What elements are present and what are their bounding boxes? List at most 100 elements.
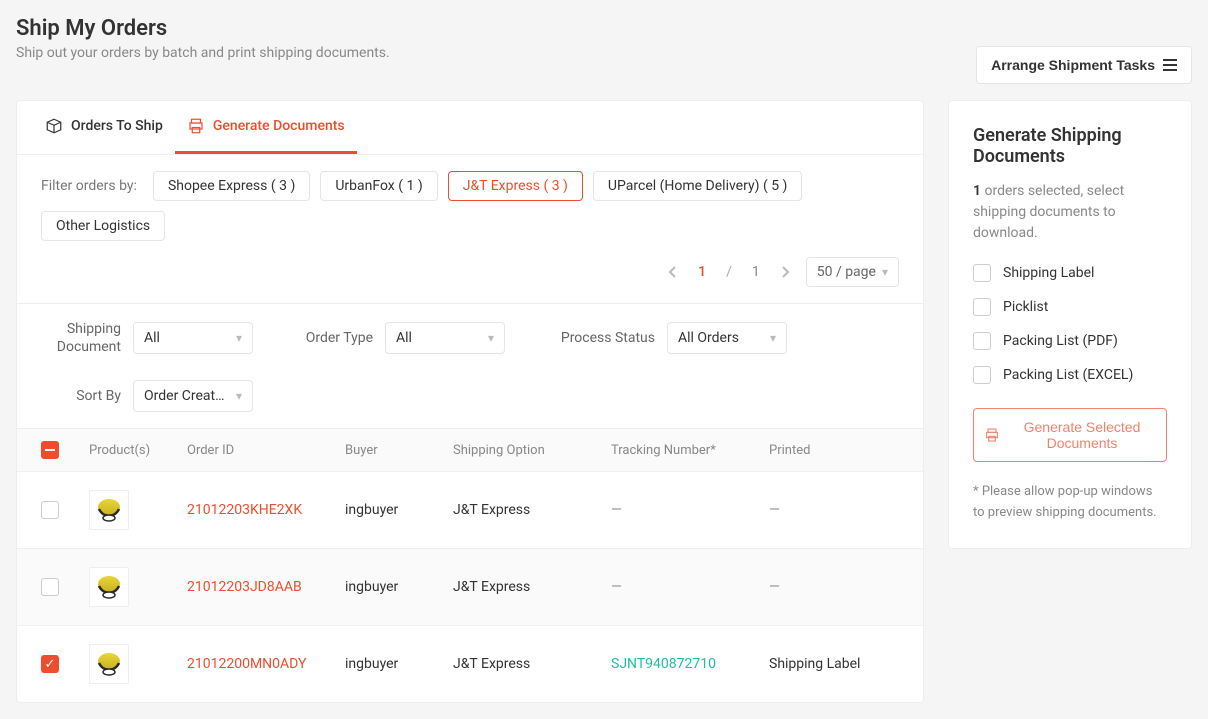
printer-icon: [187, 117, 205, 135]
tracking-number-cell: —: [611, 579, 761, 595]
doc-checkbox[interactable]: [973, 366, 991, 384]
controls: Shipping Document All ▾ Order Type All ▾…: [17, 303, 923, 428]
per-page-select[interactable]: 50 / page ▾: [806, 257, 899, 287]
filter-chip[interactable]: UrbanFox ( 1 ): [320, 171, 437, 201]
shipping-document-select[interactable]: All ▾: [133, 322, 253, 354]
filter-chip-count: ( 1 ): [395, 178, 423, 194]
filter-chip[interactable]: UParcel (Home Delivery) ( 5 ): [593, 171, 803, 201]
orders-table: Product(s) Order ID Buyer Shipping Optio…: [17, 428, 923, 702]
filter-chip[interactable]: Shopee Express ( 3 ): [153, 171, 310, 201]
selected-text: orders selected, select shipping documen…: [973, 183, 1124, 241]
sort-by-value: Order Creat…: [144, 388, 225, 404]
sort-by-label: Sort By: [41, 388, 121, 404]
page-total: 1: [752, 264, 760, 280]
per-page-value: 50 / page: [817, 264, 876, 280]
filter-chip[interactable]: J&T Express ( 3 ): [448, 171, 583, 201]
filter-chip-label: UrbanFox: [335, 178, 394, 194]
row-checkbox[interactable]: [41, 655, 59, 673]
menu-icon: [1163, 59, 1177, 71]
tracking-number-cell[interactable]: SJNT940872710: [611, 656, 761, 672]
chevron-down-icon: ▾: [236, 389, 242, 403]
doc-checkbox[interactable]: [973, 332, 991, 350]
printer-icon: [984, 427, 1000, 443]
filter-row: Filter orders by: Shopee Express ( 3 ) Ur…: [17, 155, 923, 249]
filter-chip-label: Shopee Express: [168, 178, 267, 194]
page-separator: /: [726, 264, 732, 280]
doc-option[interactable]: Picklist: [973, 298, 1167, 316]
doc-option[interactable]: Shipping Label: [973, 264, 1167, 282]
filter-chip-count: ( 5 ): [759, 178, 787, 194]
table-header: Product(s) Order ID Buyer Shipping Optio…: [17, 428, 923, 471]
filter-chip[interactable]: Other Logistics: [41, 211, 165, 241]
chevron-down-icon: ▾: [770, 331, 776, 345]
tab-generate-documents[interactable]: Generate Documents: [175, 101, 357, 154]
buyer-cell: ingbuyer: [345, 579, 445, 595]
sort-by-select[interactable]: Order Creat… ▾: [133, 380, 253, 412]
table-row: 21012203JD8AABingbuyerJ&T Express——: [17, 548, 923, 625]
arrange-shipment-tasks-button[interactable]: Arrange Shipment Tasks: [976, 46, 1192, 84]
filter-chip-count: ( 3 ): [540, 178, 568, 194]
doc-option-label: Shipping Label: [1003, 265, 1094, 281]
tabs: Orders To Ship Generate Documents: [17, 101, 923, 155]
doc-option[interactable]: Packing List (PDF): [973, 332, 1167, 350]
col-printed: Printed: [769, 443, 899, 458]
doc-option-label: Packing List (PDF): [1003, 333, 1118, 349]
product-thumbnail[interactable]: [89, 490, 129, 530]
doc-checkbox[interactable]: [973, 298, 991, 316]
doc-option-label: Picklist: [1003, 299, 1048, 315]
product-thumbnail[interactable]: [89, 644, 129, 684]
order-type-value: All: [396, 330, 412, 346]
product-thumbnail[interactable]: [89, 567, 129, 607]
filter-chip-count: ( 3 ): [267, 178, 295, 194]
buyer-cell: ingbuyer: [345, 656, 445, 672]
pagination: 1 / 1 50 / page ▾: [17, 249, 923, 303]
main-panel: Orders To Ship Generate Documents Filter…: [16, 100, 924, 703]
generate-button-label: Generate Selected Documents: [1008, 419, 1156, 451]
printed-cell: —: [769, 502, 899, 518]
process-status-label: Process Status: [545, 330, 655, 346]
side-panel: Generate Shipping Documents 1 orders sel…: [948, 100, 1192, 549]
select-all-checkbox[interactable]: [41, 441, 59, 459]
shipping-option-cell: J&T Express: [453, 502, 603, 518]
printed-cell: Shipping Label: [769, 656, 899, 672]
tab-orders-to-ship-label: Orders To Ship: [71, 118, 163, 134]
side-title: Generate Shipping Documents: [973, 125, 1167, 167]
shipping-option-cell: J&T Express: [453, 656, 603, 672]
side-note: * Please allow pop-up windows to preview…: [973, 482, 1167, 524]
filter-chip-label: UParcel (Home Delivery): [608, 178, 760, 194]
shipping-document-value: All: [144, 330, 160, 346]
side-subtitle: 1 orders selected, select shipping docum…: [973, 181, 1167, 244]
order-type-label: Order Type: [293, 330, 373, 346]
tab-generate-documents-label: Generate Documents: [213, 118, 345, 134]
col-tracking-number: Tracking Number*: [611, 443, 761, 458]
order-id-link[interactable]: 21012203JD8AAB: [187, 579, 337, 595]
doc-option-label: Packing List (EXCEL): [1003, 367, 1133, 383]
order-type-select[interactable]: All ▾: [385, 322, 505, 354]
filter-label: Filter orders by:: [41, 178, 137, 194]
order-id-link[interactable]: 21012200MN0ADY: [187, 656, 337, 672]
filter-chip-label: Other Logistics: [56, 218, 150, 234]
page-next-button[interactable]: [780, 265, 790, 279]
row-checkbox[interactable]: [41, 501, 59, 519]
selected-count: 1: [973, 183, 981, 199]
page-prev-button[interactable]: [668, 265, 678, 279]
table-row: 21012200MN0ADY ingbuyer J&T Express SJNT940…: [17, 625, 923, 702]
table-row: 21012203KHE2XK ingbuyer J&T Express — —: [17, 471, 923, 548]
doc-option[interactable]: Packing List (EXCEL): [973, 366, 1167, 384]
doc-checkbox[interactable]: [973, 264, 991, 282]
col-buyer: Buyer: [345, 443, 445, 458]
page-current[interactable]: 1: [698, 264, 706, 280]
order-id-link[interactable]: 21012203KHE2XK: [187, 502, 337, 518]
page-subtitle: Ship out your orders by batch and print …: [16, 45, 390, 61]
chevron-down-icon: ▾: [236, 331, 242, 345]
row-checkbox[interactable]: [41, 578, 59, 596]
tab-orders-to-ship[interactable]: Orders To Ship: [33, 101, 175, 154]
generate-selected-documents-button[interactable]: Generate Selected Documents: [973, 408, 1167, 462]
buyer-cell: ingbuyer: [345, 502, 445, 518]
col-shipping-option: Shipping Option: [453, 443, 603, 458]
col-products: Product(s): [89, 443, 179, 458]
tracking-number-cell: —: [611, 502, 761, 518]
process-status-select[interactable]: All Orders ▾: [667, 322, 787, 354]
shipping-document-label: Shipping Document: [41, 320, 121, 356]
process-status-value: All Orders: [678, 330, 739, 346]
